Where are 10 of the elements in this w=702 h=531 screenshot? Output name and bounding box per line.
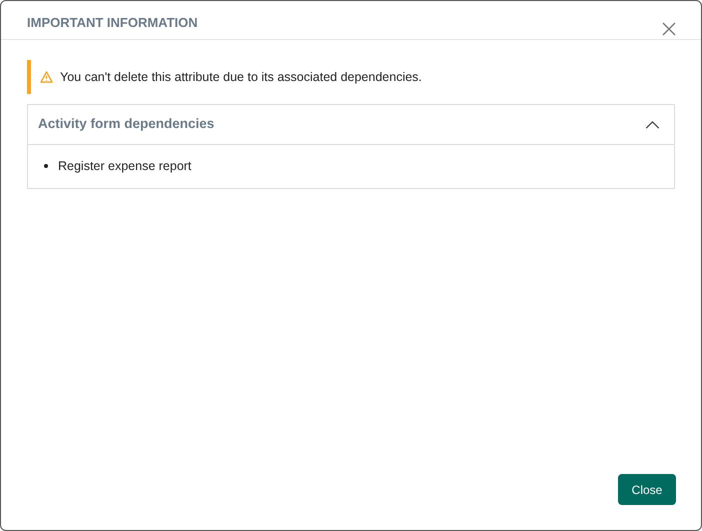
dialog-title: IMPORTANT INFORMATION (27, 14, 198, 32)
bullet-icon (44, 164, 48, 168)
close-button[interactable]: Close (618, 474, 676, 505)
warning-icon (40, 71, 53, 83)
chevron-icon[interactable] (645, 120, 660, 128)
close-icon[interactable] (661, 21, 677, 37)
alert-message: You can't delete this attribute due to its associated dependencies. (60, 68, 422, 86)
panel-header[interactable]: Activity form dependencies (28, 105, 674, 144)
dependency-item: Register expense report (58, 158, 192, 175)
panel-title: Activity form dependencies (38, 115, 214, 134)
